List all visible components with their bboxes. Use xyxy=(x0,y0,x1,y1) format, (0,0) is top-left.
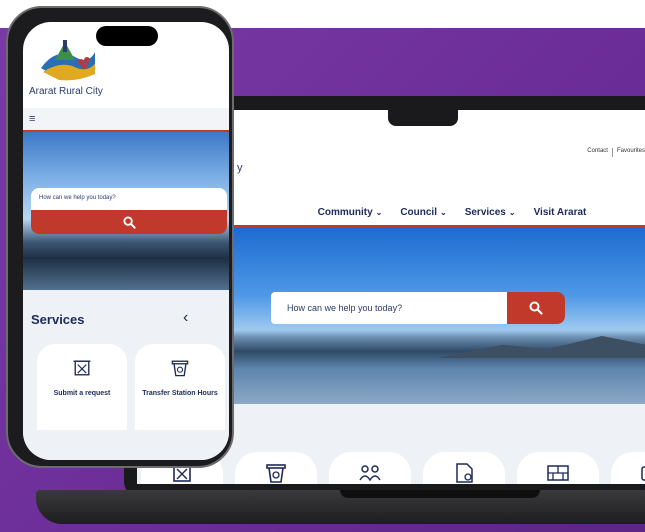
search-placeholder: How can we help you today? xyxy=(287,303,403,313)
chevron-down-icon: ⌄ xyxy=(508,208,516,217)
laptop-camera-notch xyxy=(388,110,458,126)
phone-frame: Ararat Rural City ≡ How can we help you … xyxy=(6,6,234,468)
bin-icon xyxy=(266,464,286,483)
request-icon xyxy=(73,360,91,376)
service-card-wall[interactable] xyxy=(517,452,599,484)
card-icon xyxy=(641,466,645,481)
contact-link[interactable]: Contact xyxy=(587,148,608,157)
service-card-community[interactable] xyxy=(329,452,411,484)
search-icon xyxy=(122,215,136,229)
laptop-logo-fragment: y xyxy=(237,162,243,174)
mountain-silhouette xyxy=(437,336,645,358)
search-icon xyxy=(529,301,543,315)
nav-label: Council xyxy=(400,207,437,218)
service-card-transfer-station[interactable]: Transfer Station Hours xyxy=(135,344,225,430)
phone-screen: Ararat Rural City ≡ How can we help you … xyxy=(23,22,229,460)
ararat-logo-icon xyxy=(41,40,95,81)
service-card-bin[interactable] xyxy=(235,452,317,484)
nav-label: Services xyxy=(464,207,506,218)
phone-search-input[interactable]: How can we help you today? xyxy=(31,188,227,210)
wall-icon xyxy=(547,465,569,481)
laptop-search-input[interactable]: How can we help you today? xyxy=(271,292,507,324)
laptop-base-groove xyxy=(340,490,540,498)
people-icon xyxy=(359,465,381,482)
site-name: Ararat Rural City xyxy=(29,86,103,97)
dynamic-island xyxy=(96,26,158,46)
bin-icon xyxy=(171,360,189,377)
service-card-submit-request[interactable]: Submit a request xyxy=(37,344,127,430)
chevron-left-icon[interactable]: ‹ xyxy=(183,309,188,327)
phone-search-button[interactable] xyxy=(31,210,227,234)
favourites-link[interactable]: Favourites xyxy=(617,148,645,157)
link-divider xyxy=(611,148,613,157)
mobile-menu-bar: ≡ xyxy=(23,108,229,132)
laptop-top-links: Contact Favourites xyxy=(587,148,645,157)
nav-label: Community xyxy=(317,207,373,218)
laptop-search-button[interactable] xyxy=(507,292,565,324)
search-placeholder: How can we help you today? xyxy=(39,195,116,201)
nav-item-visit-ararat[interactable]: Visit Ararat xyxy=(534,207,587,218)
nav-item-council[interactable]: Council ⌄ xyxy=(400,207,446,218)
chevron-down-icon: ⌄ xyxy=(375,208,383,217)
laptop-base xyxy=(36,490,645,524)
services-title: Services xyxy=(31,312,85,327)
service-card-label: Transfer Station Hours xyxy=(142,390,218,397)
chevron-down-icon: ⌄ xyxy=(440,208,447,217)
service-card-label: Submit a request xyxy=(53,390,111,397)
nav-item-community[interactable]: Community ⌄ xyxy=(318,207,383,218)
service-card-document[interactable] xyxy=(423,452,505,484)
hamburger-icon[interactable]: ≡ xyxy=(29,113,35,125)
nav-item-services[interactable]: Services ⌄ xyxy=(465,207,516,218)
document-icon xyxy=(456,463,473,483)
